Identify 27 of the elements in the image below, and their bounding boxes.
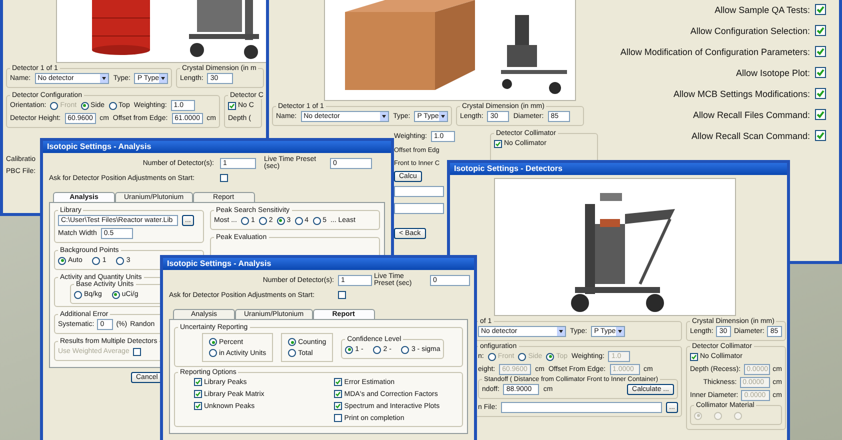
checkmark-icon (229, 102, 235, 108)
permission-checkbox[interactable]: Allow Configuration Selection: (690, 20, 826, 41)
file-field[interactable] (501, 402, 662, 413)
input-field[interactable] (394, 203, 444, 214)
permission-checkbox[interactable]: Allow MCB Settings Modifications: (673, 83, 826, 104)
checkmark-icon (816, 131, 825, 140)
checkbox[interactable] (220, 174, 228, 182)
window-title: Isotopic Settings - Analysis (163, 258, 474, 270)
checkmark-icon (816, 26, 825, 35)
checkbox[interactable] (338, 291, 346, 299)
checkmark-icon (816, 89, 825, 98)
window-title: Isotopic Settings - Analysis (43, 141, 391, 153)
checkmark-icon (816, 47, 825, 56)
input-field[interactable] (394, 186, 444, 197)
cart-drawing (189, 0, 259, 59)
checkmark-icon (816, 68, 825, 77)
checkmark-icon (816, 110, 825, 119)
permission-checkbox[interactable]: Allow Sample QA Tests: (714, 0, 826, 20)
permission-checkbox[interactable]: Allow Recall Files Command: (692, 104, 826, 125)
window-title: Isotopic Settings - Detectors (450, 163, 787, 175)
checkmark-icon (495, 140, 501, 146)
checkmark-icon (816, 5, 825, 14)
permission-checkbox[interactable]: Allow Recall Scan Command: (691, 125, 826, 146)
barrel-drawing (92, 0, 150, 55)
permission-checkbox[interactable]: Allow Modification of Configuration Parameters: (620, 41, 826, 62)
permission-checkbox[interactable]: Allow Isotope Plot: (736, 62, 826, 83)
checkmark-icon (691, 354, 697, 360)
